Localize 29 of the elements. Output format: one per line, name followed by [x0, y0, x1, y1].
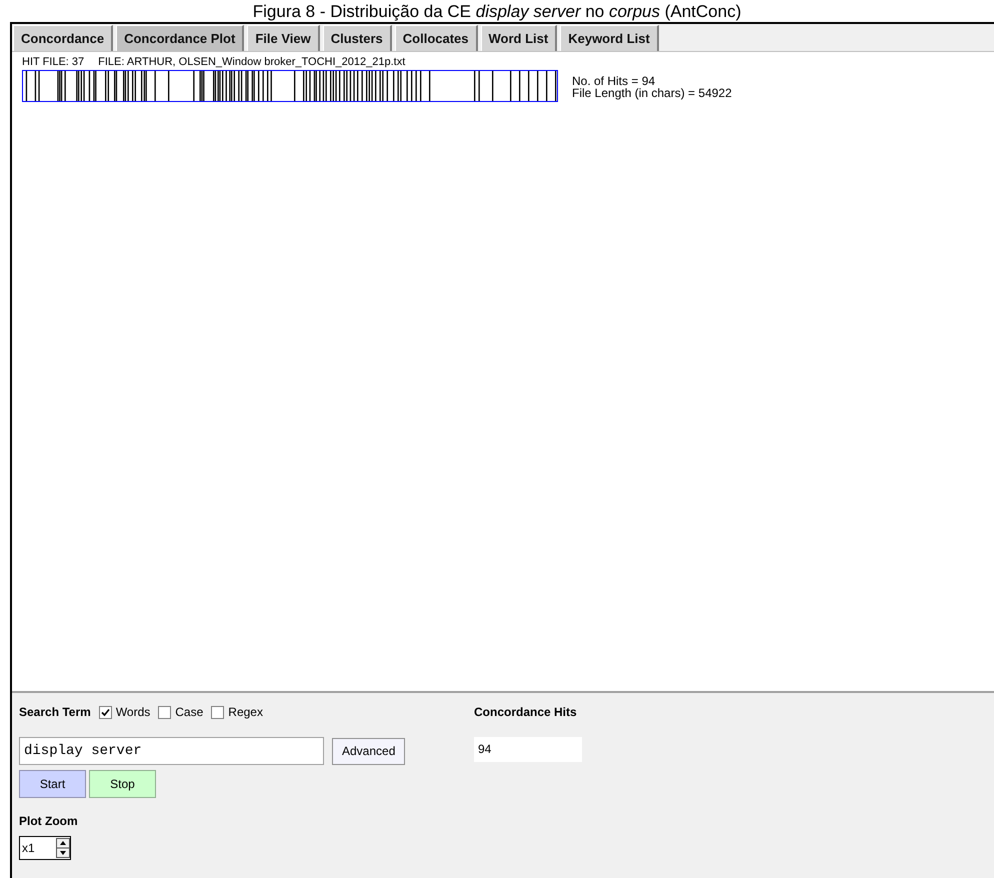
- tab[interactable]: Word List: [480, 25, 558, 51]
- hit-file-label: HIT FILE: 37: [22, 56, 84, 69]
- plot-zoom-label: Plot Zoom: [19, 813, 79, 830]
- concordance-hits-field: 94: [474, 737, 582, 762]
- advanced-button[interactable]: Advanced: [332, 738, 406, 764]
- concordance-hits-label: Concordance Hits: [474, 704, 578, 721]
- file-length: File Length (in chars) = 54922: [572, 87, 732, 99]
- stop-button[interactable]: Stop: [89, 770, 156, 798]
- zoom-spinner[interactable]: x1: [19, 836, 71, 860]
- tab[interactable]: Collocates: [394, 25, 478, 51]
- tab[interactable]: Keyword List: [560, 25, 659, 51]
- checkbox[interactable]: [211, 706, 224, 718]
- tab[interactable]: Concordance Plot: [116, 25, 244, 51]
- checkbox[interactable]: [158, 706, 172, 718]
- spinner-arrows-icon: [56, 838, 70, 858]
- checkbox[interactable]: [98, 706, 112, 718]
- hits-count: No. of Hits = 94: [572, 75, 656, 87]
- zoom-value: x1: [22, 840, 35, 857]
- search-field[interactable]: display server: [19, 737, 324, 765]
- search-term-label: Search Term: [19, 704, 91, 721]
- figure-caption: Figura 8 - Distribuição da CE display server no corpus (AntConc): [252, 0, 742, 22]
- tab[interactable]: Concordance: [13, 25, 114, 51]
- tab[interactable]: Clusters: [322, 25, 392, 51]
- file-name: FILE: ARTHUR, OLSEN_Window broker_TOCHI_2012_21p.txt: [98, 56, 406, 69]
- checkbox-label: Regex: [228, 704, 263, 721]
- start-button[interactable]: Start: [19, 770, 86, 798]
- checkbox-label: Words: [116, 704, 150, 721]
- checkbox-label: Case: [175, 704, 204, 721]
- check-icon: [100, 708, 110, 716]
